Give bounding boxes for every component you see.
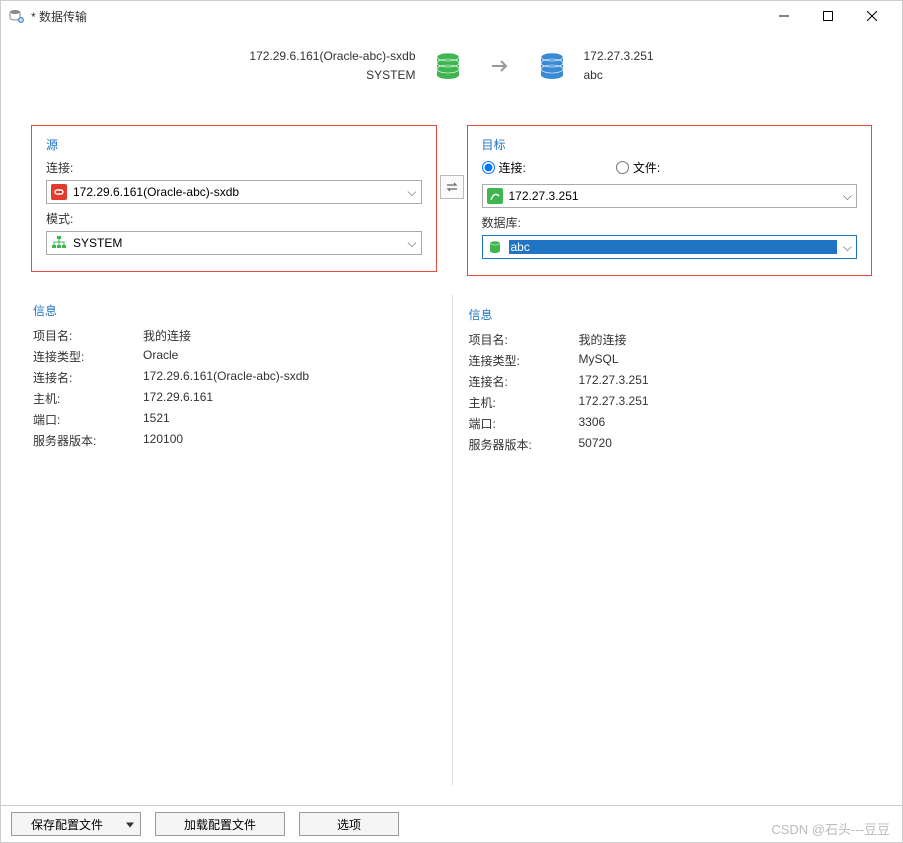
info-value: 172.29.6.161(Oracle-abc)-sxdb	[143, 369, 435, 386]
window-controls	[762, 2, 894, 30]
target-connection-select[interactable]: 172.27.3.251 ⌵	[482, 184, 858, 208]
radio-connection[interactable]: 连接:	[482, 159, 526, 176]
transfer-header: 172.29.6.161(Oracle-abc)-sxdb SYSTEM 172…	[1, 31, 902, 95]
arrow-right-icon	[488, 54, 512, 78]
source-connection-label: 连接:	[46, 159, 422, 176]
info-label: 端口:	[33, 411, 143, 428]
target-panel: 目标 连接: 文件: 172.27.3.251 ⌵ 数据库: abc ⌵	[467, 125, 873, 276]
source-mode-value: SYSTEM	[73, 236, 401, 250]
target-panel-title: 目标	[482, 136, 858, 153]
info-value: 172.27.3.251	[579, 394, 871, 411]
info-value: 120100	[143, 432, 435, 449]
swap-button[interactable]	[440, 175, 464, 199]
radio-file[interactable]: 文件:	[616, 159, 660, 176]
chevron-down-icon: ⌵	[843, 189, 852, 204]
info-label: 项目名:	[469, 331, 579, 348]
close-button[interactable]	[850, 2, 894, 30]
target-database-label: 数据库:	[482, 214, 858, 231]
target-db-header: abc	[584, 66, 654, 85]
source-connection-value: 172.29.6.161(Oracle-abc)-sxdb	[73, 185, 401, 199]
oracle-icon	[51, 184, 67, 200]
load-profile-button[interactable]: 加载配置文件	[155, 812, 285, 836]
info-value: 我的连接	[579, 331, 871, 348]
info-value: Oracle	[143, 348, 435, 365]
database-target-icon	[536, 50, 568, 82]
target-info-title: 信息	[469, 306, 871, 323]
target-database-select[interactable]: abc ⌵	[482, 235, 858, 259]
minimize-button[interactable]	[762, 2, 806, 30]
info-label: 端口:	[469, 415, 579, 432]
chevron-down-icon: ⌵	[843, 240, 852, 255]
info-value: 172.27.3.251	[579, 373, 871, 390]
titlebar: * 数据传输	[1, 1, 902, 31]
source-connection-select[interactable]: 172.29.6.161(Oracle-abc)-sxdb ⌵	[46, 180, 422, 204]
info-label: 连接名:	[33, 369, 143, 386]
mysql-icon	[487, 188, 503, 204]
target-info: 信息 项目名:我的连接 连接类型:MySQL 连接名:172.27.3.251 …	[467, 306, 873, 453]
source-conn-header: 172.29.6.161(Oracle-abc)-sxdb	[249, 47, 415, 66]
schema-icon	[51, 235, 67, 251]
target-connection-value: 172.27.3.251	[509, 189, 837, 203]
source-mode-select[interactable]: SYSTEM ⌵	[46, 231, 422, 255]
info-value: MySQL	[579, 352, 871, 369]
info-label: 连接名:	[469, 373, 579, 390]
info-value: 50720	[579, 436, 871, 453]
info-value: 172.29.6.161	[143, 390, 435, 407]
chevron-down-icon: ⌵	[407, 185, 416, 200]
app-icon	[9, 8, 25, 24]
info-label: 项目名:	[33, 327, 143, 344]
options-button[interactable]: 选项	[299, 812, 399, 836]
window-title: * 数据传输	[31, 8, 762, 25]
source-panel: 源 连接: 172.29.6.161(Oracle-abc)-sxdb ⌵ 模式…	[31, 125, 437, 272]
info-label: 连接类型:	[33, 348, 143, 365]
info-label: 服务器版本:	[33, 432, 143, 449]
info-label: 服务器版本:	[469, 436, 579, 453]
info-value: 3306	[579, 415, 871, 432]
source-panel-title: 源	[46, 136, 422, 153]
info-label: 连接类型:	[469, 352, 579, 369]
source-info-title: 信息	[33, 302, 435, 319]
database-icon	[487, 239, 503, 255]
source-mode-label: 模式:	[46, 210, 422, 227]
source-schema-header: SYSTEM	[249, 66, 415, 85]
database-source-icon	[432, 50, 464, 82]
maximize-button[interactable]	[806, 2, 850, 30]
source-column: 源 连接: 172.29.6.161(Oracle-abc)-sxdb ⌵ 模式…	[31, 125, 437, 805]
target-column: 目标 连接: 文件: 172.27.3.251 ⌵ 数据库: abc ⌵ 信息 …	[467, 125, 873, 805]
save-profile-button[interactable]: 保存配置文件	[11, 812, 141, 836]
info-label: 主机:	[33, 390, 143, 407]
source-info: 信息 项目名:我的连接 连接类型:Oracle 连接名:172.29.6.161…	[31, 302, 437, 449]
target-database-value: abc	[509, 240, 837, 254]
info-value: 1521	[143, 411, 435, 428]
footer: 保存配置文件 加载配置文件 选项 CSDN @石头---豆豆	[1, 805, 902, 842]
target-conn-header: 172.27.3.251	[584, 47, 654, 66]
info-label: 主机:	[469, 394, 579, 411]
watermark: CSDN @石头---豆豆	[771, 819, 890, 838]
main-content: 源 连接: 172.29.6.161(Oracle-abc)-sxdb ⌵ 模式…	[1, 95, 902, 805]
divider	[452, 295, 453, 785]
info-value: 我的连接	[143, 327, 435, 344]
chevron-down-icon: ⌵	[407, 236, 416, 251]
